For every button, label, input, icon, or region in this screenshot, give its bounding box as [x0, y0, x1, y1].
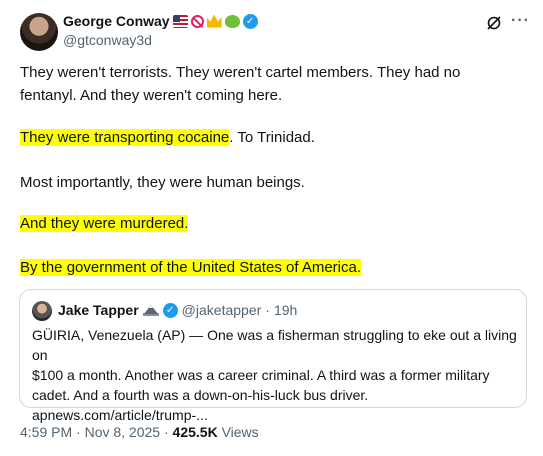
grok-icon[interactable]: [486, 15, 502, 31]
verified-badge-icon: ✓: [162, 302, 178, 318]
quote-separator: ·: [265, 302, 270, 318]
quote-author-avatar: [32, 301, 52, 321]
views-count: 425.5K: [172, 424, 218, 440]
views-label: Views: [217, 424, 259, 440]
quote-author-handle: @jaketapper: [181, 302, 262, 318]
post-text-line: Most importantly, they were human beings…: [20, 174, 305, 191]
post-text-line: And they were murdered.: [20, 214, 189, 234]
author-name[interactable]: George Conway: [63, 13, 170, 29]
post-text-line: They weren't terrorists. They weren't ca…: [20, 64, 461, 81]
post-text-span: . To Trinidad.: [229, 129, 315, 146]
crown-icon: [206, 14, 222, 28]
highlighted-text: By the government of the United States o…: [20, 259, 362, 276]
post-footer: 4:59 PM · Nov 8, 2025 · 425.5K Views: [20, 424, 259, 440]
author-avatar[interactable]: [20, 13, 58, 51]
quote-author-name: Jake Tapper: [58, 302, 139, 318]
no-entry-icon: [190, 14, 204, 28]
quote-header: Jake Tapper ✓ @jaketapper · 19h: [58, 302, 297, 318]
highlighted-text: They were transporting cocaine: [20, 129, 230, 146]
more-options-icon[interactable]: ···: [511, 12, 530, 30]
author-handle[interactable]: @gtconway3d: [63, 32, 152, 48]
tweet: George Conway ✓ @gtconway3d ··· They wer…: [0, 0, 543, 456]
us-flag-icon: [172, 14, 188, 28]
post-timestamp[interactable]: 4:59 PM · Nov 8, 2025 ·: [20, 424, 173, 440]
quote-text: GÜIRIA, Venezuela (AP) — One was a fishe…: [32, 327, 517, 423]
post-text-line: They were transporting cocaine. To Trini…: [20, 128, 315, 148]
verified-badge-icon[interactable]: ✓: [242, 13, 258, 29]
author-name-row: George Conway ✓: [63, 13, 258, 29]
post-text-line: fentanyl. And they weren't coming here.: [20, 87, 283, 104]
quote-age: 19h: [273, 302, 298, 318]
post-text-line: By the government of the United States o…: [20, 258, 362, 278]
highlighted-text: And they were murdered.: [20, 215, 189, 232]
quoted-tweet[interactable]: Jake Tapper ✓ @jaketapper · 19h GÜIRIA, …: [19, 289, 527, 423]
mountain-icon: [142, 304, 159, 316]
frog-icon: [224, 14, 240, 28]
